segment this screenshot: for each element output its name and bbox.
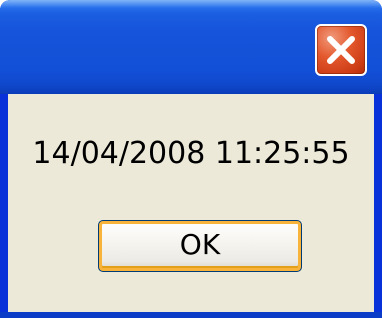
close-icon (327, 36, 355, 64)
window-bottom-border (0, 312, 382, 318)
title-bar[interactable] (0, 0, 382, 94)
message-text: 14/04/2008 11:25:55 (32, 136, 350, 171)
ok-button[interactable]: OK (98, 220, 302, 272)
dialog-body: 14/04/2008 11:25:55 OK (8, 94, 374, 318)
message-dialog: 14/04/2008 11:25:55 OK (0, 0, 382, 318)
close-button[interactable] (315, 24, 367, 76)
